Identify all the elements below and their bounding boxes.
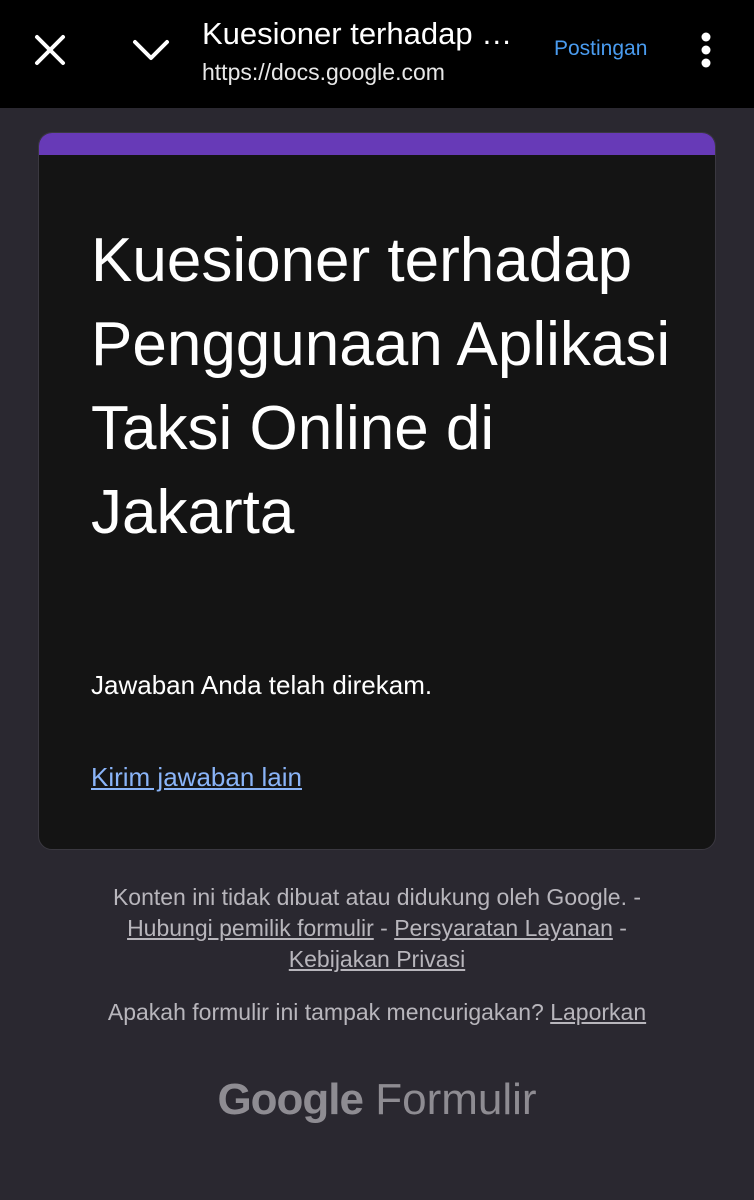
footer-disclaimer: Konten ini tidak dibuat atau didukung ol… xyxy=(40,882,714,975)
google-forms-logo[interactable]: Google Formulir xyxy=(0,1070,754,1130)
page-url: https://docs.google.com xyxy=(202,59,445,85)
form-title: Kuesioner terhadap Penggunaan Aplikasi T… xyxy=(91,226,671,547)
disclaimer-text: Konten ini tidak dibuat atau didukung ol… xyxy=(112,884,642,910)
report-link[interactable]: Laporkan xyxy=(550,999,646,1025)
contact-owner-link[interactable]: Hubungi pemilik formulir xyxy=(127,915,374,941)
form-accent-band xyxy=(39,133,715,155)
report-question: Apakah formulir ini tampak mencurigakan? xyxy=(107,999,544,1025)
browser-top-bar: Kuesioner terhadap Penggunaan Aplikasi T… xyxy=(0,0,754,108)
close-button[interactable] xyxy=(22,22,78,78)
form-confirmation-card: Kuesioner terhadap Penggunaan Aplikasi T… xyxy=(38,132,716,850)
terms-link[interactable]: Persyaratan Layanan xyxy=(394,915,613,941)
submit-another-response-link[interactable]: Kirim jawaban lain xyxy=(91,759,302,795)
brand-product: Formulir xyxy=(375,1075,537,1124)
separator: - xyxy=(373,915,395,941)
more-options-button[interactable] xyxy=(686,22,726,78)
brand-google: Google xyxy=(217,1075,364,1124)
collapse-button[interactable] xyxy=(122,22,180,78)
post-button[interactable]: Postingan xyxy=(554,34,647,64)
more-vert-icon xyxy=(701,32,711,68)
separator: - xyxy=(612,915,627,941)
chevron-down-icon xyxy=(133,40,169,60)
confirmation-message: Jawaban Anda telah direkam. xyxy=(91,670,433,700)
page-title: Kuesioner terhadap Penggunaan Aplikasi T… xyxy=(202,16,532,51)
close-icon xyxy=(35,35,65,65)
report-section: Apakah formulir ini tampak mencurigakan?… xyxy=(40,996,714,1028)
privacy-link[interactable]: Kebijakan Privasi xyxy=(289,946,465,972)
